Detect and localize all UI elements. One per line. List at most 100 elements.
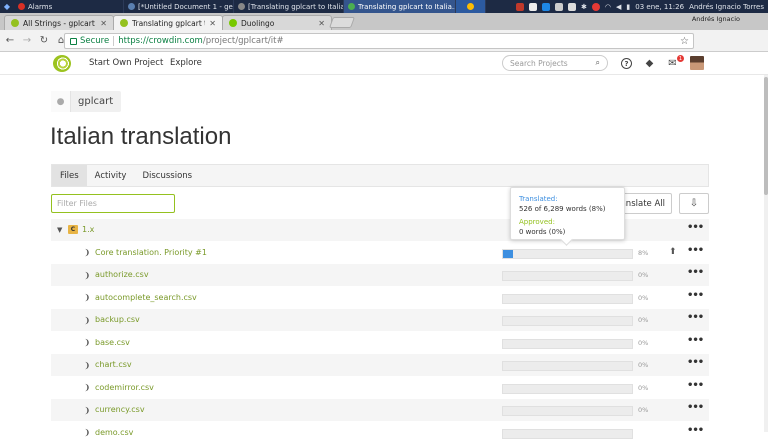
back-arrow-icon[interactable]: ← [3, 34, 17, 48]
wifi-icon[interactable]: ◠ [605, 3, 611, 11]
more-actions-icon[interactable]: ••• [687, 290, 703, 301]
more-actions-icon[interactable]: ••• [687, 222, 703, 233]
tab-activity[interactable]: Activity [87, 165, 135, 186]
upload-icon[interactable]: ⬆ [669, 247, 677, 257]
table-row[interactable]: ❩ codemirror.csv 0% ••• [51, 377, 709, 400]
file-name[interactable]: currency.csv [95, 405, 145, 414]
tray-dropbox-icon[interactable] [542, 3, 550, 11]
file-name[interactable]: codemirror.csv [95, 383, 154, 392]
taskbar-task-alarms[interactable]: Alarms [14, 0, 124, 13]
more-actions-icon[interactable]: ••• [687, 267, 703, 278]
session-user[interactable]: Andrés Ignacio Torres [689, 3, 764, 11]
close-tab-icon[interactable]: ✕ [100, 19, 107, 28]
table-row[interactable]: ❩ currency.csv 0% ••• [51, 399, 709, 422]
file-name[interactable]: demo.csv [95, 428, 133, 437]
taskbar-task-gedit[interactable]: [*Untitled Document 1 - ge... [124, 0, 234, 13]
avatar[interactable] [690, 56, 704, 70]
table-row[interactable]: ❩ base.csv 0% ••• [51, 332, 709, 355]
breadcrumb-label[interactable]: gplcart [71, 96, 121, 107]
filter-files-input[interactable] [51, 194, 175, 213]
taskbar-task-label: [Translating gplcart to Italia... [248, 3, 344, 11]
browser-icon [238, 3, 245, 10]
bookmark-star-icon[interactable]: ☆ [680, 36, 689, 47]
page-scrollbar[interactable] [764, 75, 768, 432]
file-name[interactable]: backup.csv [95, 315, 140, 324]
chrome-icon [348, 3, 355, 10]
table-row[interactable]: ❩ autocomplete_search.csv 0% ••• [51, 287, 709, 310]
file-name[interactable]: authorize.csv [95, 270, 149, 279]
tray-clipboard-icon[interactable] [529, 3, 537, 11]
scrollbar-thumb[interactable] [764, 77, 768, 195]
more-actions-icon[interactable]: ••• [687, 380, 703, 391]
more-actions-icon[interactable]: ••• [687, 335, 703, 346]
close-tab-icon[interactable]: ✕ [318, 19, 325, 28]
file-name[interactable]: chart.csv [95, 360, 132, 369]
chrome-profile-name[interactable]: Andrés Ignacio [692, 15, 740, 23]
tab-label: Duolingo [241, 19, 314, 28]
tooltip-translated-label: Translated: [519, 194, 616, 204]
help-icon[interactable]: ? [621, 58, 632, 69]
tray-clipboard-icon[interactable] [568, 3, 576, 11]
new-tab-button[interactable] [329, 17, 355, 28]
reload-icon[interactable]: ↻ [37, 34, 51, 48]
file-icon: ❩ [83, 293, 91, 303]
table-row[interactable]: ❩ Core translation. Priority #1 8% ⬆ ••• [51, 242, 709, 265]
tray-app-icon[interactable] [516, 3, 524, 11]
table-row[interactable]: ❩ authorize.csv 0% ••• [51, 264, 709, 287]
tab-all-strings[interactable]: All Strings - gplcart - Cr ✕ [4, 15, 114, 30]
close-tab-icon[interactable]: ✕ [209, 19, 216, 28]
tab-duolingo[interactable]: Duolingo ✕ [222, 15, 332, 30]
notification-badge: 1 [677, 55, 684, 62]
start-menu-icon[interactable]: ◆ [0, 0, 14, 13]
clock[interactable]: 03 ene, 11:26 [635, 3, 684, 11]
more-actions-icon[interactable]: ••• [687, 245, 703, 256]
bell-icon[interactable]: ◆ [644, 58, 655, 69]
taskbar-task-chrome[interactable] [456, 0, 486, 13]
table-row[interactable]: ❩ chart.csv 0% ••• [51, 354, 709, 377]
tooltip-approved-label: Approved: [519, 217, 616, 227]
table-row[interactable]: ❩ backup.csv 0% ••• [51, 309, 709, 332]
file-icon: ❩ [83, 383, 91, 393]
browser-toolbar: ← → ↻ ⌂ Secure https://crowdin.com/proje… [0, 30, 768, 52]
tray-keyboard-icon[interactable] [555, 3, 563, 11]
tab-files[interactable]: Files [52, 165, 87, 186]
file-icon: ❩ [83, 360, 91, 370]
file-name[interactable]: Core translation. Priority #1 [95, 248, 207, 257]
download-icon: ⇩ [690, 198, 698, 209]
file-name[interactable]: autocomplete_search.csv [95, 293, 197, 302]
progress-bar [502, 406, 633, 416]
search-projects[interactable]: ⌕ [502, 55, 608, 71]
tooltip-translated-value: 526 of 6,289 words (8%) [519, 204, 616, 214]
taskbar-task-browser-2[interactable]: Translating gplcart to Italia... [344, 0, 456, 13]
download-button[interactable]: ⇩ [679, 193, 709, 214]
table-row[interactable]: ❩ demo.csv ••• [51, 422, 709, 444]
file-icon: ❩ [83, 315, 91, 325]
more-actions-icon[interactable]: ••• [687, 357, 703, 368]
battery-icon[interactable]: ▮ [626, 3, 630, 11]
address-bar[interactable]: Secure https://crowdin.com/project/gplca… [64, 33, 694, 49]
collapse-caret-icon[interactable]: ▼ [57, 226, 62, 234]
progress-fill [503, 250, 513, 258]
bluetooth-icon[interactable]: ✱ [581, 3, 587, 11]
search-icon[interactable]: ⌕ [596, 58, 600, 68]
search-input[interactable] [510, 59, 596, 68]
file-icon: ❩ [83, 405, 91, 415]
crowdin-logo[interactable] [53, 55, 71, 72]
more-actions-icon[interactable]: ••• [687, 312, 703, 323]
tab-translating[interactable]: Translating gplcart to It ✕ [113, 15, 223, 30]
progress-percent: 0% [638, 316, 648, 324]
progress-bar [502, 339, 633, 349]
file-name[interactable]: base.csv [95, 338, 130, 347]
folder-name[interactable]: 1.x [82, 225, 94, 234]
project-user-icon: ● [51, 91, 71, 112]
tray-update-icon[interactable] [592, 3, 600, 11]
nav-start-own-project[interactable]: Start Own Project [89, 58, 163, 68]
taskbar-task-browser-1[interactable]: [Translating gplcart to Italia... [234, 0, 344, 13]
more-actions-icon[interactable]: ••• [687, 425, 703, 436]
more-actions-icon[interactable]: ••• [687, 402, 703, 413]
breadcrumb[interactable]: ● gplcart [51, 91, 121, 112]
tab-discussions[interactable]: Discussions [134, 165, 200, 186]
forward-arrow-icon[interactable]: → [20, 34, 34, 48]
volume-icon[interactable]: ◀ [616, 3, 621, 11]
nav-explore[interactable]: Explore [170, 58, 202, 68]
